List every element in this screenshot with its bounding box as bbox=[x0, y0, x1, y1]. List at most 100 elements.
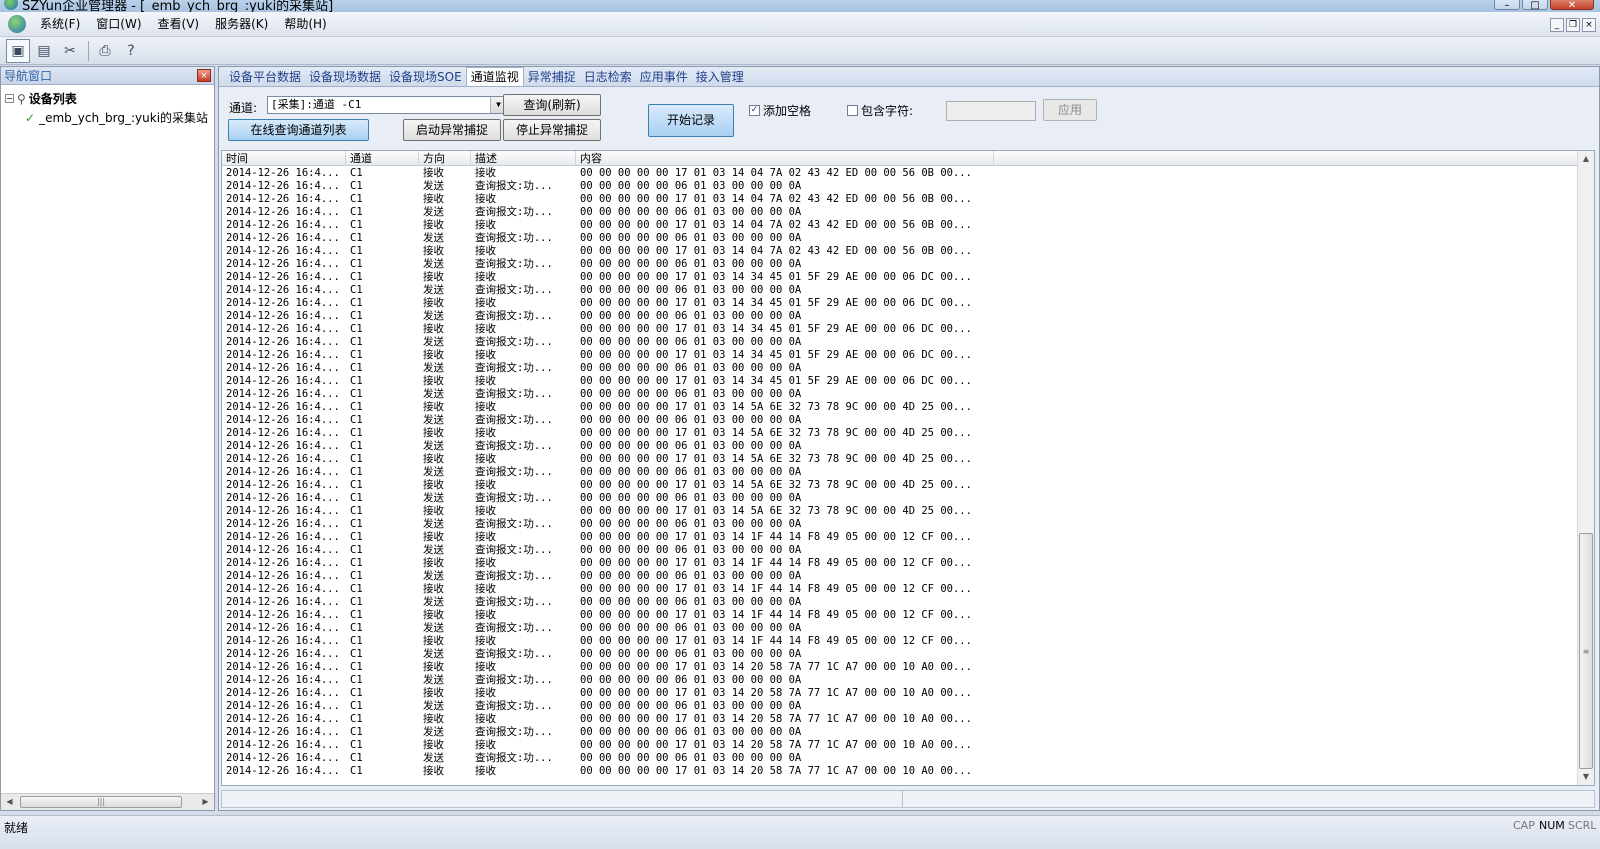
scroll-thumb[interactable]: ||| bbox=[20, 796, 182, 808]
collapse-icon[interactable]: − bbox=[5, 94, 14, 103]
tab-field-data[interactable]: 设备现场数据 bbox=[305, 68, 385, 86]
table-row[interactable]: 2014-12-26 16:4... C1 发送 查询报文:功... 00 00 00 … bbox=[222, 518, 1577, 531]
table-row[interactable]: 2014-12-26 16:4... C1 发送 查询报文:功... 00 00 00 … bbox=[222, 440, 1577, 453]
table-row[interactable]: 2014-12-26 16:4... C1 发送 查询报文:功... 00 00 00 … bbox=[222, 622, 1577, 635]
table-row[interactable]: 2014-12-26 16:4... C1 发送 查询报文:功... 00 00 00 … bbox=[222, 310, 1577, 323]
table-row[interactable]: 2014-12-26 16:4... C1 接收 接收 00 00 00 00 00 1… bbox=[222, 583, 1577, 596]
table-row[interactable]: 2014-12-26 16:4... C1 发送 查询报文:功... 00 00 00 … bbox=[222, 232, 1577, 245]
apply-button[interactable]: 应用 bbox=[1043, 99, 1097, 121]
tree-item-station[interactable]: ✓ _emb_ych_brg_:yuki的采集站 bbox=[1, 108, 214, 127]
start-record-button[interactable]: 开始记录 bbox=[648, 104, 734, 137]
include-chars-input[interactable] bbox=[946, 101, 1036, 121]
tab-channel-monitor[interactable]: 通道监视 bbox=[465, 67, 524, 86]
online-channel-list-button[interactable]: 在线查询通道列表 bbox=[228, 119, 369, 141]
nav-horizontal-scrollbar[interactable]: ◀ ||| ▶ bbox=[1, 793, 214, 810]
table-row[interactable]: 2014-12-26 16:4... C1 接收 接收 00 00 00 00 00 1… bbox=[222, 609, 1577, 622]
cell-channel: C1 bbox=[350, 310, 363, 322]
column-header-channel[interactable]: 通道 bbox=[346, 151, 419, 166]
scroll-left-icon[interactable]: ◀ bbox=[1, 794, 18, 810]
print-icon[interactable]: ⎙ bbox=[93, 39, 117, 63]
table-row[interactable]: 2014-12-26 16:4... C1 接收 接收 00 00 00 00 00 1… bbox=[222, 219, 1577, 232]
tab-exception-capture[interactable]: 异常捕捉 bbox=[524, 68, 580, 86]
table-row[interactable]: 2014-12-26 16:4... C1 接收 接收 00 00 00 00 00 1… bbox=[222, 505, 1577, 518]
scroll-right-icon[interactable]: ▶ bbox=[197, 794, 214, 810]
menu-system[interactable]: 系统(F) bbox=[32, 12, 88, 37]
table-row[interactable]: 2014-12-26 16:4... C1 接收 接收 00 00 00 00 00 1… bbox=[222, 193, 1577, 206]
table-row[interactable]: 2014-12-26 16:4... C1 接收 接收 00 00 00 00 00 1… bbox=[222, 765, 1577, 778]
start-capture-button[interactable]: 启动异常捕捉 bbox=[403, 119, 501, 141]
close-button[interactable]: ✕ bbox=[1550, 0, 1594, 11]
table-row[interactable]: 2014-12-26 16:4... C1 接收 接收 00 00 00 00 00 1… bbox=[222, 245, 1577, 258]
table-row[interactable]: 2014-12-26 16:4... C1 接收 接收 00 00 00 00 00 1… bbox=[222, 323, 1577, 336]
menu-help[interactable]: 帮助(H) bbox=[276, 12, 334, 37]
tools-icon[interactable]: ✂ bbox=[58, 39, 82, 63]
table-row[interactable]: 2014-12-26 16:4... C1 接收 接收 00 00 00 00 00 1… bbox=[222, 297, 1577, 310]
menu-window[interactable]: 窗口(W) bbox=[88, 12, 149, 37]
table-row[interactable]: 2014-12-26 16:4... C1 发送 查询报文:功... 00 00 00 … bbox=[222, 466, 1577, 479]
tree-root[interactable]: − ⚲ 设备列表 bbox=[1, 89, 214, 108]
table-row[interactable]: 2014-12-26 16:4... C1 接收 接收 00 00 00 00 00 1… bbox=[222, 479, 1577, 492]
add-space-checkbox[interactable]: ✓ 添加空格 bbox=[749, 102, 811, 119]
scroll-down-icon[interactable]: ▼ bbox=[1578, 769, 1594, 785]
table-row[interactable]: 2014-12-26 16:4... C1 接收 接收 00 00 00 00 00 1… bbox=[222, 687, 1577, 700]
minimize-button[interactable]: – bbox=[1494, 0, 1520, 11]
column-header-direction[interactable]: 方向 bbox=[419, 151, 471, 166]
query-button[interactable]: 查询(刷新) bbox=[503, 94, 601, 116]
table-row[interactable]: 2014-12-26 16:4... C1 发送 查询报文:功... 00 00 00 … bbox=[222, 206, 1577, 219]
table-row[interactable]: 2014-12-26 16:4... C1 发送 查询报文:功... 00 00 00 … bbox=[222, 752, 1577, 765]
column-header-time[interactable]: 时间 bbox=[222, 151, 346, 166]
table-row[interactable]: 2014-12-26 16:4... C1 发送 查询报文:功... 00 00 00 … bbox=[222, 726, 1577, 739]
menu-server[interactable]: 服务器(K) bbox=[207, 12, 276, 37]
table-row[interactable]: 2014-12-26 16:4... C1 发送 查询报文:功... 00 00 00 … bbox=[222, 648, 1577, 661]
table-row[interactable]: 2014-12-26 16:4... C1 接收 接收 00 00 00 00 00 1… bbox=[222, 739, 1577, 752]
table-row[interactable]: 2014-12-26 16:4... C1 发送 查询报文:功... 00 00 00 … bbox=[222, 596, 1577, 609]
tab-log-search[interactable]: 日志检索 bbox=[580, 68, 636, 86]
column-header-description[interactable]: 描述 bbox=[471, 151, 576, 166]
cell-time: 2014-12-26 16:4... bbox=[226, 401, 340, 413]
mdi-minimize-button[interactable]: _ bbox=[1550, 18, 1564, 32]
tab-access-management[interactable]: 接入管理 bbox=[692, 68, 748, 86]
table-row[interactable]: 2014-12-26 16:4... C1 发送 查询报文:功... 00 00 00 … bbox=[222, 180, 1577, 193]
table-row[interactable]: 2014-12-26 16:4... C1 接收 接收 00 00 00 00 00 1… bbox=[222, 635, 1577, 648]
mdi-close-button[interactable]: × bbox=[1582, 18, 1596, 32]
mdi-restore-button[interactable]: ❐ bbox=[1566, 18, 1580, 32]
grid-vertical-scrollbar[interactable]: ▲ ≡ ▼ bbox=[1577, 151, 1594, 785]
table-row[interactable]: 2014-12-26 16:4... C1 接收 接收 00 00 00 00 00 1… bbox=[222, 453, 1577, 466]
table-row[interactable]: 2014-12-26 16:4... C1 发送 查询报文:功... 00 00 00 … bbox=[222, 700, 1577, 713]
column-header-content[interactable]: 内容 bbox=[576, 151, 994, 166]
table-row[interactable]: 2014-12-26 16:4... C1 发送 查询报文:功... 00 00 00 … bbox=[222, 492, 1577, 505]
table-row[interactable]: 2014-12-26 16:4... C1 发送 查询报文:功... 00 00 00 … bbox=[222, 674, 1577, 687]
table-row[interactable]: 2014-12-26 16:4... C1 发送 查询报文:功... 00 00 00 … bbox=[222, 284, 1577, 297]
maximize-button[interactable]: □ bbox=[1522, 0, 1548, 11]
stop-capture-button[interactable]: 停止异常捕捉 bbox=[503, 119, 601, 141]
table-row[interactable]: 2014-12-26 16:4... C1 接收 接收 00 00 00 00 00 1… bbox=[222, 531, 1577, 544]
layout-icon[interactable]: ▣ bbox=[6, 38, 30, 63]
table-row[interactable]: 2014-12-26 16:4... C1 接收 接收 00 00 00 00 00 1… bbox=[222, 167, 1577, 180]
channel-select[interactable]: [采集]:通道 -C1 ▼ bbox=[267, 96, 507, 114]
tab-app-events[interactable]: 应用事件 bbox=[636, 68, 692, 86]
table-row[interactable]: 2014-12-26 16:4... C1 接收 接收 00 00 00 00 00 1… bbox=[222, 401, 1577, 414]
table-row[interactable]: 2014-12-26 16:4... C1 发送 查询报文:功... 00 00 00 … bbox=[222, 570, 1577, 583]
table-row[interactable]: 2014-12-26 16:4... C1 接收 接收 00 00 00 00 00 1… bbox=[222, 427, 1577, 440]
table-row[interactable]: 2014-12-26 16:4... C1 发送 查询报文:功... 00 00 00 … bbox=[222, 544, 1577, 557]
table-row[interactable]: 2014-12-26 16:4... C1 发送 查询报文:功... 00 00 00 … bbox=[222, 414, 1577, 427]
menu-view[interactable]: 查看(V) bbox=[150, 12, 208, 37]
nav-close-button[interactable]: × bbox=[197, 69, 211, 82]
table-row[interactable]: 2014-12-26 16:4... C1 接收 接收 00 00 00 00 00 1… bbox=[222, 349, 1577, 362]
table-row[interactable]: 2014-12-26 16:4... C1 接收 接收 00 00 00 00 00 1… bbox=[222, 375, 1577, 388]
table-row[interactable]: 2014-12-26 16:4... C1 发送 查询报文:功... 00 00 00 … bbox=[222, 388, 1577, 401]
include-chars-checkbox[interactable]: 包含字符: bbox=[847, 102, 913, 119]
help-icon[interactable]: ? bbox=[119, 39, 143, 63]
vertical-scroll-thumb[interactable]: ≡ bbox=[1579, 533, 1593, 769]
tab-platform-data[interactable]: 设备平台数据 bbox=[225, 68, 305, 86]
table-row[interactable]: 2014-12-26 16:4... C1 发送 查询报文:功... 00 00 00 … bbox=[222, 362, 1577, 375]
table-row[interactable]: 2014-12-26 16:4... C1 接收 接收 00 00 00 00 00 1… bbox=[222, 271, 1577, 284]
table-row[interactable]: 2014-12-26 16:4... C1 接收 接收 00 00 00 00 00 1… bbox=[222, 713, 1577, 726]
window-icon[interactable]: ▤ bbox=[32, 39, 56, 63]
table-row[interactable]: 2014-12-26 16:4... C1 发送 查询报文:功... 00 00 00 … bbox=[222, 258, 1577, 271]
table-row[interactable]: 2014-12-26 16:4... C1 发送 查询报文:功... 00 00 00 … bbox=[222, 336, 1577, 349]
table-row[interactable]: 2014-12-26 16:4... C1 接收 接收 00 00 00 00 00 1… bbox=[222, 661, 1577, 674]
tab-field-soe[interactable]: 设备现场SOE bbox=[385, 68, 466, 86]
table-row[interactable]: 2014-12-26 16:4... C1 接收 接收 00 00 00 00 00 1… bbox=[222, 557, 1577, 570]
scroll-up-icon[interactable]: ▲ bbox=[1578, 151, 1594, 167]
